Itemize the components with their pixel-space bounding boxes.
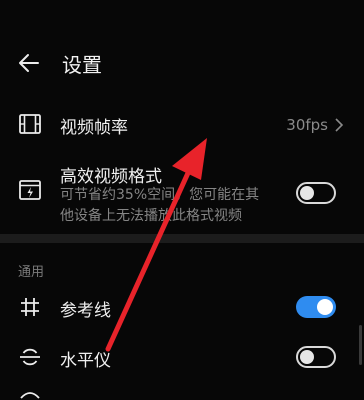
section-divider [0, 234, 364, 243]
grid-lines-toggle[interactable] [296, 296, 336, 318]
toggle-knob [317, 299, 333, 315]
efficient-video-format-toggle[interactable] [296, 182, 336, 204]
efficient-video-format-desc-line2: 他设备上无法播放此格式视频 [60, 208, 242, 224]
toggle-knob [300, 350, 314, 364]
efficient-format-icon [19, 180, 41, 200]
level-icon [20, 348, 40, 366]
back-arrow-icon[interactable] [16, 50, 42, 76]
partial-row-icon [20, 392, 40, 399]
level-toggle[interactable] [296, 346, 336, 368]
page-title: 设置 [62, 53, 102, 77]
video-frame-rate-row[interactable]: 视频帧率 30fps [0, 100, 364, 150]
efficient-video-format-desc-line1: 可节省约35%空间，您可能在其 [60, 187, 260, 203]
grid-hash-icon [21, 298, 39, 316]
scrollbar[interactable] [359, 325, 362, 365]
level-label: 水平仪 [60, 351, 111, 371]
film-icon [19, 114, 41, 134]
efficient-video-format-row: 高效视频格式 可节省约35%空间，您可能在其 他设备上无法播放此格式视频 [0, 156, 364, 232]
grid-lines-label: 参考线 [60, 301, 111, 321]
efficient-video-format-label: 高效视频格式 [60, 167, 162, 187]
chevron-right-icon [335, 118, 344, 132]
video-frame-rate-value: 30fps [286, 116, 328, 134]
toggle-knob [300, 186, 314, 200]
general-section-header: 通用 [18, 265, 45, 280]
grid-lines-row: 参考线 [0, 284, 364, 330]
top-bar: 设置 [0, 36, 364, 92]
level-row: 水平仪 [0, 334, 364, 380]
video-frame-rate-label: 视频帧率 [60, 118, 128, 138]
